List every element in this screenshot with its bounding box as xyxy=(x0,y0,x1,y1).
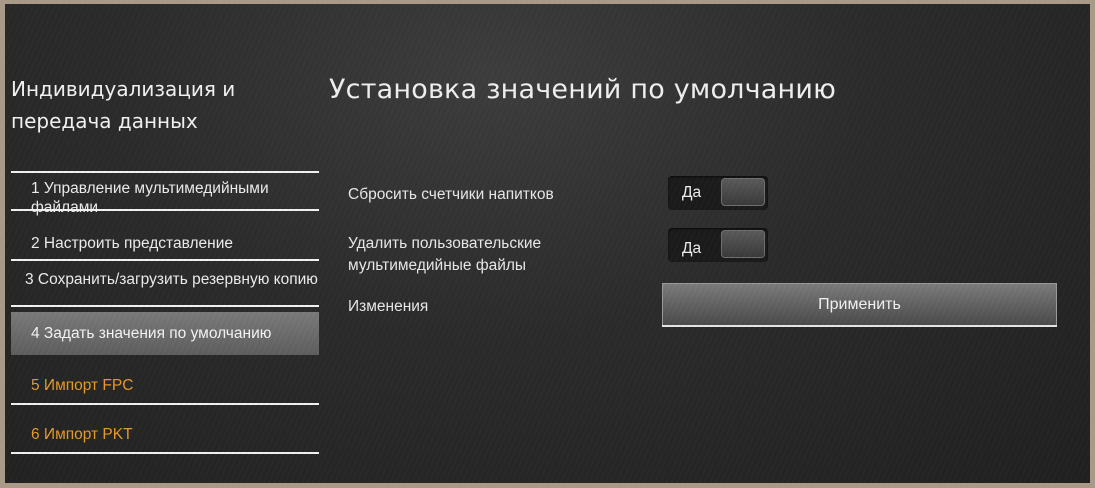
reset-counters-toggle[interactable]: Да xyxy=(668,176,768,210)
page-title: Установка значений по умолчанию xyxy=(329,74,837,105)
nav-divider xyxy=(11,452,319,454)
toggle-knob xyxy=(721,230,765,258)
delete-media-toggle[interactable]: Да xyxy=(668,228,768,262)
apply-button[interactable]: Применить xyxy=(662,283,1057,327)
apply-button-underline xyxy=(662,325,1057,327)
nav-divider xyxy=(11,305,319,307)
toggle-value: Да xyxy=(682,240,702,257)
sidebar-title: Индивидуализация и передача данных xyxy=(11,77,236,133)
nav-divider xyxy=(11,209,319,211)
sidebar-item-defaults[interactable]: 4 Задать значения по умолчанию xyxy=(11,312,319,355)
sidebar-item-import-pkt[interactable]: 6 Импорт PKT xyxy=(11,425,319,444)
sidebar-item-import-fpc[interactable]: 5 Импорт FPC xyxy=(11,376,319,395)
delete-media-label: Удалить пользовательские мультимедийные … xyxy=(348,235,542,274)
sidebar-item-backup[interactable]: 3 Сохранить/загрузить резервную копию xyxy=(11,270,319,308)
changes-label: Изменения xyxy=(348,298,429,315)
toggle-value: Да xyxy=(682,184,702,201)
reset-counters-label: Сбросить счетчики напитков xyxy=(348,186,554,203)
sidebar-item-customize-view[interactable]: 2 Настроить представление xyxy=(11,234,319,253)
nav-divider xyxy=(11,259,319,261)
nav-divider xyxy=(11,171,319,173)
screen: Индивидуализация и передача данных Устан… xyxy=(5,4,1090,483)
nav-divider xyxy=(11,403,319,405)
toggle-knob xyxy=(721,178,765,206)
